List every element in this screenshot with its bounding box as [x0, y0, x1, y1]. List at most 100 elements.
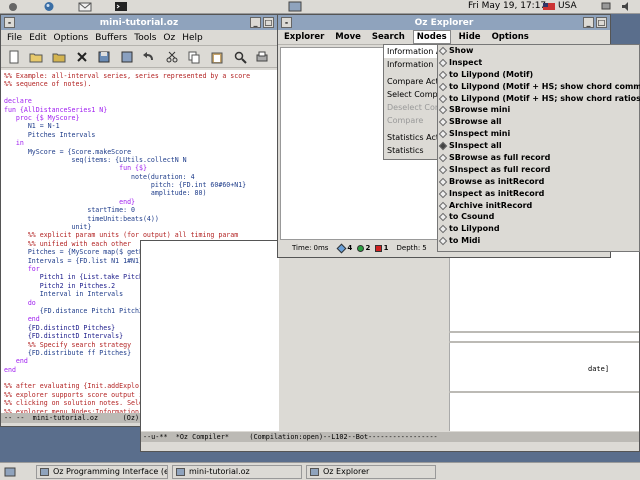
- menu-nodes[interactable]: Nodes: [412, 30, 451, 44]
- task-label: mini-tutorial.oz: [189, 466, 250, 476]
- window-menu-icon[interactable]: -: [4, 17, 15, 28]
- menu-search[interactable]: Search: [372, 32, 405, 42]
- menu-tools[interactable]: Tools: [134, 33, 156, 43]
- pane-divider[interactable]: [449, 341, 639, 343]
- action-menu-label: Archive initRecord: [449, 200, 533, 210]
- menu-help[interactable]: Help: [182, 33, 203, 43]
- action-menu-label: SInspect all: [449, 141, 502, 151]
- action-menu-item[interactable]: to Midi: [438, 235, 639, 247]
- action-menu-item[interactable]: SBrowse all: [438, 116, 639, 128]
- nodes-menu-item[interactable]: Information: [384, 58, 437, 71]
- action-menu-item[interactable]: SBrowse as full record: [438, 152, 639, 164]
- open-dir-icon[interactable]: [51, 49, 67, 65]
- window-menu-icon[interactable]: -: [281, 17, 292, 28]
- radio-indicator-icon: [438, 141, 448, 151]
- action-menu-label: to Lilypond (Motif + HS; show chord comm…: [449, 81, 640, 91]
- code-line: startTime: 0: [4, 206, 136, 215]
- nodes-menu-item[interactable]: Select Compa: [384, 88, 437, 101]
- new-file-icon[interactable]: [6, 49, 22, 65]
- save-as-icon[interactable]: [119, 49, 135, 65]
- action-menu-item[interactable]: to Lilypond: [438, 223, 639, 235]
- open-folder-icon[interactable]: [29, 49, 45, 65]
- emacs-titlebar[interactable]: - mini-tutorial.oz _ □: [1, 15, 277, 30]
- radio-indicator-icon: [438, 165, 448, 175]
- nodes-menu-item[interactable]: Information A: [384, 45, 437, 58]
- action-menu-item[interactable]: to Lilypond (Motif): [438, 69, 639, 81]
- action-menu-item[interactable]: to Lilypond (Motif + HS; show chord rati…: [438, 93, 640, 105]
- compiler-modeline: --u-** *Oz Compiler* (Compilation:open)-…: [141, 432, 639, 442]
- choice-count: 4: [347, 244, 353, 252]
- menu-explorer[interactable]: Explorer: [284, 32, 324, 42]
- menu-options[interactable]: Options: [492, 32, 529, 42]
- save-icon[interactable]: [96, 49, 112, 65]
- paste-icon[interactable]: [209, 49, 225, 65]
- menu-options[interactable]: Options: [54, 33, 89, 43]
- mail-icon[interactable]: [78, 1, 92, 12]
- show-desktop-icon[interactable]: [4, 466, 16, 478]
- network-icon[interactable]: [600, 1, 612, 12]
- action-menu-item[interactable]: SInspect mini: [438, 128, 639, 140]
- undo-icon[interactable]: [141, 49, 157, 65]
- radio-indicator-icon: [438, 237, 448, 246]
- action-menu-item[interactable]: SInspect as full record: [438, 164, 639, 176]
- keyboard-layout[interactable]: USA: [558, 1, 577, 11]
- explorer-titlebar[interactable]: - Oz Explorer _ □: [278, 15, 610, 30]
- action-menu-item[interactable]: Inspect: [438, 57, 639, 69]
- menu-file[interactable]: File: [7, 33, 22, 43]
- cut-icon[interactable]: [164, 49, 180, 65]
- code-line: in: [4, 139, 24, 148]
- nodes-menu-item[interactable]: Statistics: [384, 144, 437, 157]
- pane-divider[interactable]: [449, 391, 639, 393]
- workspace-icon[interactable]: [288, 1, 302, 12]
- solved-node-icon: [356, 244, 364, 252]
- maximize-icon[interactable]: □: [596, 17, 607, 28]
- code-line: unit}: [4, 223, 92, 232]
- action-menu-item[interactable]: to Lilypond (Motif + HS; show chord comm…: [438, 81, 640, 93]
- search-icon[interactable]: [232, 49, 248, 65]
- action-menu-item[interactable]: SBrowse mini: [438, 104, 639, 116]
- menu-buffers[interactable]: Buffers: [95, 33, 127, 43]
- browser-icon[interactable]: [42, 1, 56, 12]
- action-menu-item[interactable]: Inspect as initRecord: [438, 188, 639, 200]
- flag-icon: [543, 1, 555, 12]
- close-icon[interactable]: [74, 49, 90, 65]
- action-menu-item[interactable]: Show: [438, 45, 639, 57]
- radio-indicator-icon: [438, 106, 448, 115]
- pane-divider[interactable]: [449, 331, 639, 333]
- radio-indicator-icon: [438, 129, 448, 139]
- maximize-icon[interactable]: □: [263, 17, 274, 28]
- menu-move[interactable]: Move: [335, 32, 361, 42]
- task-label: Oz Programming Interface (em: [53, 466, 168, 476]
- code-line: timeUnit:beats(4)): [4, 214, 159, 223]
- foot-menu-icon[interactable]: [6, 1, 20, 12]
- code-line: proc {$ MyScore}: [4, 113, 80, 122]
- code-line: declare: [4, 97, 32, 106]
- action-menu-item[interactable]: SInspect all: [438, 140, 639, 152]
- print-icon[interactable]: [254, 49, 270, 65]
- menu-hide[interactable]: Hide: [459, 32, 481, 42]
- node-counts: 4 2 1: [336, 243, 389, 253]
- clock[interactable]: Fri May 19, 17:17: [468, 1, 546, 11]
- task-oz-programming-interface[interactable]: Oz Programming Interface (em: [36, 464, 168, 479]
- action-menu-item[interactable]: Browse as initRecord: [438, 176, 639, 188]
- volume-icon[interactable]: [620, 1, 632, 12]
- task-label: Oz Explorer: [323, 466, 370, 476]
- task-oz-explorer[interactable]: Oz Explorer: [306, 464, 436, 479]
- menu-edit[interactable]: Edit: [29, 33, 46, 43]
- nodes-menu-item[interactable]: Statistics Acti: [384, 131, 437, 144]
- solved-count: 2: [365, 244, 371, 252]
- buffer-text: date]: [588, 365, 610, 373]
- nodes-menu-item[interactable]: Compare Acti: [384, 75, 437, 88]
- radio-indicator-icon: [438, 46, 448, 56]
- minimize-icon[interactable]: _: [583, 17, 594, 28]
- copy-icon[interactable]: [187, 49, 203, 65]
- task-mini-tutorial[interactable]: mini-tutorial.oz: [172, 464, 302, 479]
- terminal-icon[interactable]: [114, 1, 128, 12]
- compiler-left-pane[interactable]: [141, 241, 279, 431]
- minimize-icon[interactable]: _: [250, 17, 261, 28]
- action-menu-item[interactable]: to Csound: [438, 211, 639, 223]
- menu-oz[interactable]: Oz: [163, 33, 175, 43]
- action-menu-item[interactable]: Archive initRecord: [438, 200, 639, 212]
- failed-node-icon: [374, 244, 382, 252]
